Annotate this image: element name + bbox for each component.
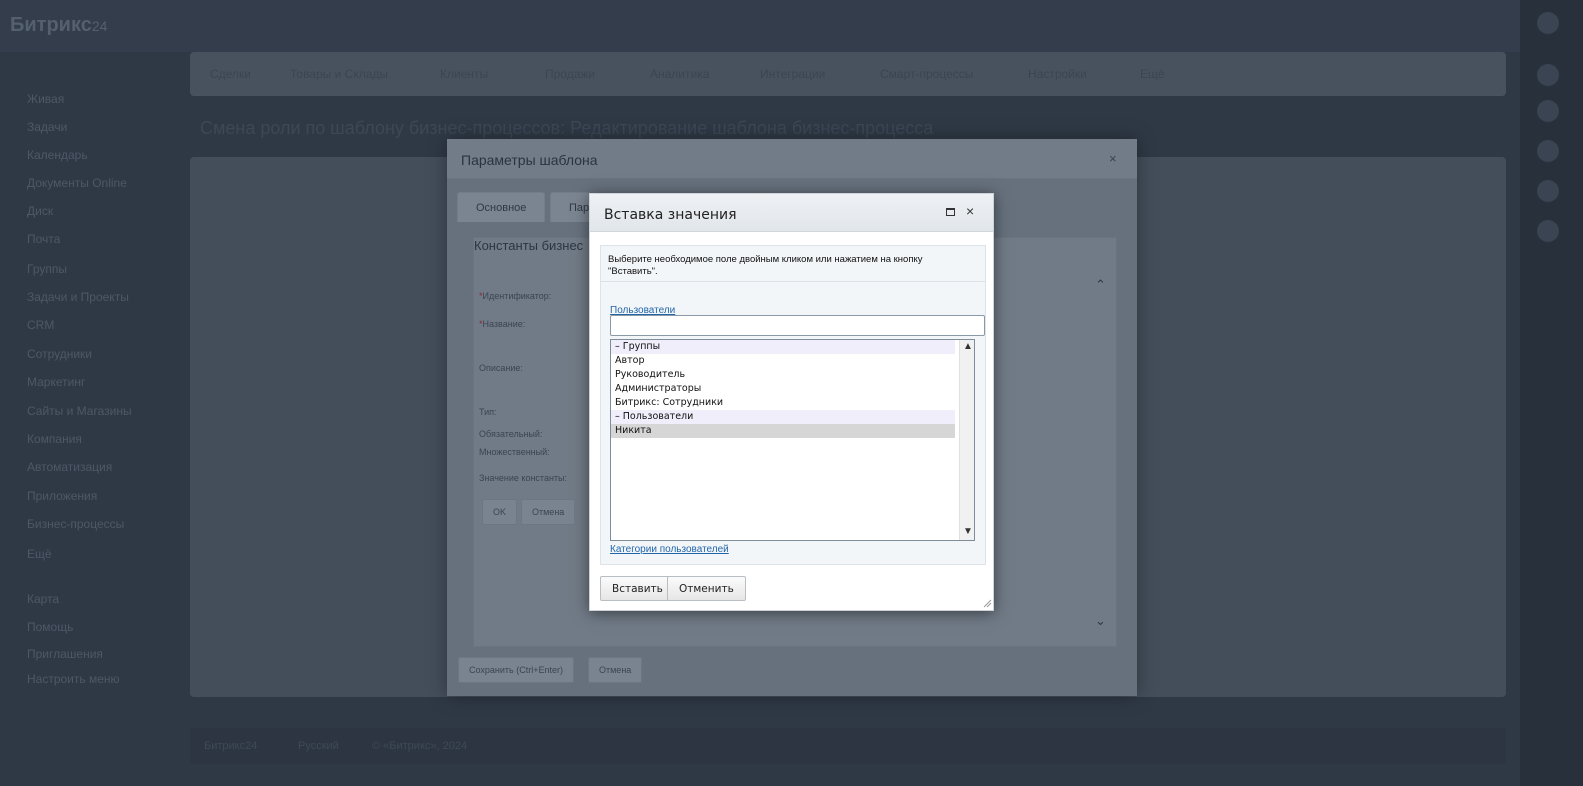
nav-item[interactable]: Бизнес-процессы [27, 517, 124, 531]
left-navigation: Живая Задачи Календарь Документы Online Диск… [0, 52, 190, 752]
nav-item[interactable]: Карта [27, 592, 59, 606]
cancel-button[interactable]: Отменить [667, 576, 746, 601]
insert-value-dialog: Вставка значения × Выберите необходимое … [589, 193, 994, 611]
tab-params[interactable]: Пара [550, 192, 595, 222]
dialog-body: Выберите необходимое поле двойным кликом… [600, 245, 986, 565]
nav-item[interactable]: Маркетинг [27, 375, 85, 389]
top-menu-item[interactable]: Смарт-процессы [880, 67, 973, 81]
nav-item[interactable]: Сотрудники [27, 347, 92, 361]
footer-copyright: © «Битрикс», 2024 [372, 740, 468, 752]
top-menu-item[interactable]: Настройки [1028, 67, 1087, 81]
nav-item[interactable]: Сайты и Магазины [27, 404, 132, 418]
nav-item[interactable]: Компания [27, 432, 82, 446]
ok-button[interactable]: OK [482, 499, 518, 525]
footer-language[interactable]: Русский [298, 740, 339, 752]
nav-item[interactable]: CRM [27, 318, 54, 332]
constants-heading: Константы бизнес [474, 238, 584, 253]
cancel-button[interactable]: Отмена [521, 499, 576, 525]
list-item[interactable]: Битрикс: Сотрудники [611, 396, 955, 410]
field-description-label: Описание: [479, 363, 523, 373]
app-logo[interactable]: Битрикс24 [10, 14, 107, 37]
scroll-down-icon[interactable]: ▼ [963, 526, 973, 537]
logo-suffix: 24 [91, 18, 108, 34]
close-icon[interactable]: × [1109, 151, 1117, 166]
top-menu-item[interactable]: Клиенты [440, 67, 488, 81]
nav-item[interactable]: Приложения [27, 489, 97, 503]
nav-item[interactable]: Ещё [27, 547, 52, 561]
nav-item[interactable]: Календарь [27, 148, 88, 162]
list-rows: – Группы Автор Руководитель Администраторы Б… [611, 340, 974, 438]
top-menu-item[interactable]: Ещё [1140, 67, 1165, 81]
user-avatar-icon[interactable] [1537, 180, 1559, 202]
nav-item[interactable]: Помощь [27, 620, 73, 634]
top-menu-item[interactable]: Интеграции [760, 67, 825, 81]
nav-item[interactable]: Настроить меню [27, 672, 120, 686]
nav-item[interactable]: Почта [27, 232, 60, 246]
scroll-up-icon[interactable]: ▲ [963, 341, 973, 352]
dialog-title: Вставка значения [604, 207, 737, 223]
resize-grip-icon[interactable] [982, 598, 992, 608]
search-icon[interactable] [1537, 140, 1559, 162]
nav-item[interactable]: Автоматизация [27, 460, 112, 474]
insert-button[interactable]: Вставить [600, 576, 675, 601]
user-categories-link[interactable]: Категории пользователей [610, 544, 729, 555]
top-menu-item[interactable]: Аналитика [650, 67, 709, 81]
footer-cancel-button[interactable]: Отмена [588, 657, 643, 683]
notifications-icon[interactable] [1537, 64, 1559, 86]
nav-item[interactable]: Группы [27, 262, 67, 276]
scroll-up-icon[interactable]: ⌃ [1095, 277, 1106, 293]
add-icon[interactable] [1537, 220, 1559, 242]
top-menu-item[interactable]: Продажи [545, 67, 595, 81]
field-type-label: Тип: [479, 407, 497, 417]
nav-item[interactable]: Документы Online [27, 176, 127, 190]
search-input[interactable] [610, 315, 985, 336]
footer-brand: Битрикс24 [204, 740, 258, 752]
list-item[interactable]: – Пользователи [611, 410, 955, 424]
top-menu-item[interactable]: Товары и Склады [290, 67, 388, 81]
hint-text: Выберите необходимое поле двойным кликом… [608, 254, 923, 277]
divider [601, 281, 985, 282]
list-item[interactable]: Никита [611, 424, 955, 438]
list-item[interactable]: Администраторы [611, 382, 955, 396]
nav-item[interactable]: Живая [27, 92, 64, 106]
top-menu-item[interactable]: Сделки [210, 67, 251, 81]
list-item[interactable]: Автор [611, 354, 955, 368]
nav-item[interactable]: Задачи [27, 120, 67, 134]
avatar-icon[interactable] [1537, 12, 1559, 34]
logo-text: Битрикс [10, 14, 92, 36]
scroll-down-icon[interactable]: ⌄ [1095, 613, 1106, 629]
nav-item[interactable]: Задачи и Проекты [27, 290, 129, 304]
value-listbox[interactable]: – Группы Автор Руководитель Администраторы Б… [610, 339, 975, 541]
nav-item[interactable]: Приглашения [27, 647, 103, 661]
scrollbar[interactable]: ▲ ▼ [959, 340, 974, 540]
list-item[interactable]: – Группы [611, 340, 955, 354]
save-button[interactable]: Сохранить (Ctrl+Enter) [458, 657, 574, 683]
field-name-label: *Название: [479, 319, 526, 329]
field-multiple-label: Множественный: [479, 447, 550, 457]
maximize-icon[interactable] [946, 208, 955, 216]
field-value-label: Значение константы: [479, 473, 568, 483]
top-bar [0, 0, 1583, 52]
page-title: Смена роли по шаблону бизнес-процессов: … [200, 118, 934, 138]
field-identifier-label: *Идентификатор: [479, 291, 552, 301]
list-item[interactable]: Руководитель [611, 368, 955, 382]
tab-main[interactable]: Основное [457, 192, 546, 222]
chat-icon[interactable] [1537, 100, 1559, 122]
dialog-title: Параметры шаблона [461, 152, 598, 168]
field-required-label: Обязательный: [479, 429, 543, 439]
nav-item[interactable]: Диск [27, 204, 53, 218]
close-icon[interactable]: × [966, 203, 974, 219]
